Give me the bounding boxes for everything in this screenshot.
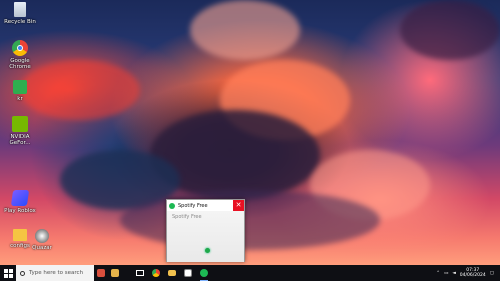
taskbar-store[interactable] (180, 265, 196, 281)
window-placeholder-text: Spotify Free (172, 214, 202, 220)
file-explorer-icon (168, 270, 176, 276)
search-icon (20, 270, 25, 276)
desktop-icon-chrome[interactable]: Google Chrome (0, 40, 40, 70)
desktop-icon-nvidia[interactable]: NVIDIA GeFor... (0, 116, 40, 146)
desktop-icon-label: kr (17, 96, 23, 102)
taskbar-file-explorer[interactable] (164, 265, 180, 281)
task-view-icon (136, 270, 144, 276)
chrome-icon (152, 269, 160, 277)
close-button[interactable]: ✕ (233, 200, 244, 211)
spotify-icon (200, 269, 208, 277)
recycle-bin-icon (14, 2, 26, 17)
app-shortcut-icon (13, 80, 27, 94)
desktop-icon-label: Quazar (32, 245, 52, 251)
roblox-icon (10, 190, 30, 206)
window-titlebar[interactable]: Spotify Free ✕ (167, 200, 244, 211)
store-icon (184, 269, 192, 277)
taskbar-app-1[interactable] (94, 265, 108, 281)
desktop-icon-label: Play Roblox (4, 208, 36, 214)
clock[interactable]: 07:37 04/06/2024 (460, 268, 486, 278)
nvidia-icon (12, 116, 28, 132)
network-icon[interactable]: ▭ (444, 271, 448, 276)
desktop-icon-kr[interactable]: kr (0, 80, 40, 102)
taskbar-search-box[interactable]: Type here to search (16, 265, 94, 281)
desktop-icon-label: Google Chrome (9, 58, 31, 70)
desktop-icon-label: Recycle Bin (4, 19, 36, 25)
chrome-icon (12, 40, 28, 56)
app-icon (111, 269, 119, 277)
task-view-button[interactable] (132, 265, 148, 281)
desktop-icon-roblox[interactable]: Play Roblox (0, 190, 40, 214)
window-title: Spotify Free (178, 202, 208, 209)
volume-icon[interactable]: ◄ (452, 271, 455, 276)
taskbar: Type here to search ⌃ ▭ ◄ 07:37 04/06/20… (0, 265, 500, 281)
desktop-icon-recycle-bin[interactable]: Recycle Bin (0, 2, 40, 25)
quazar-icon (35, 229, 49, 243)
desktop: Recycle Bin Google Chrome kr NVIDIA GeFo… (0, 0, 500, 265)
system-tray: ⌃ ▭ ◄ 07:37 04/06/2024 ▢ (436, 268, 500, 278)
taskbar-chrome[interactable] (148, 265, 164, 281)
window-body: Spotify Free (167, 211, 244, 262)
windows-logo-icon (3, 268, 13, 278)
cloud-shape (400, 0, 500, 60)
status-dot-icon (205, 248, 210, 253)
clock-date: 04/06/2024 (459, 273, 486, 278)
search-placeholder: Type here to search (29, 270, 84, 276)
start-button[interactable] (0, 265, 16, 281)
desktop-icon-quazar[interactable]: Quazar (22, 229, 62, 251)
cloud-shape (120, 190, 380, 250)
cloud-shape (190, 0, 300, 60)
taskbar-app-2[interactable] (108, 265, 122, 281)
app-icon (97, 269, 105, 277)
notifications-icon[interactable]: ▢ (490, 271, 494, 276)
desktop-icon-label: NVIDIA GeFor... (9, 134, 31, 146)
chevron-up-icon[interactable]: ⌃ (436, 271, 440, 276)
taskbar-spotify[interactable] (196, 265, 212, 281)
spotify-window[interactable]: Spotify Free ✕ Spotify Free (166, 199, 245, 262)
spotify-icon (169, 202, 175, 209)
